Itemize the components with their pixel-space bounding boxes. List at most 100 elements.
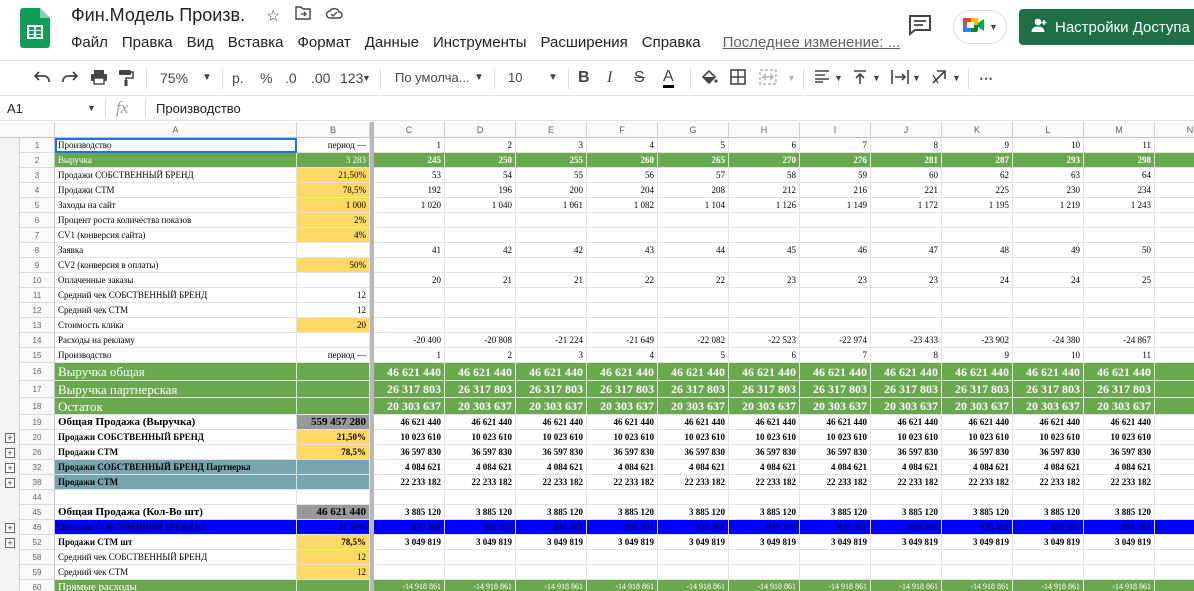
period-cell[interactable]: 208	[658, 183, 729, 198]
period-cell[interactable]: -14 918 861	[942, 580, 1013, 591]
period-cell[interactable]: 46 6	[1155, 415, 1194, 430]
total-cell[interactable]: 78,5%	[297, 445, 370, 460]
period-cell[interactable]: 46 62	[1155, 363, 1194, 381]
period-cell[interactable]	[871, 288, 942, 303]
period-cell[interactable]: 36 597 830	[658, 445, 729, 460]
row-label-cell[interactable]: Продажи СТМ	[55, 183, 297, 198]
period-cell[interactable]	[1084, 318, 1155, 333]
period-cell[interactable]: 36 597 830	[587, 445, 658, 460]
period-cell[interactable]	[729, 288, 800, 303]
period-cell[interactable]	[445, 288, 516, 303]
period-cell[interactable]: 20 303 637	[871, 398, 942, 415]
period-cell[interactable]	[1155, 565, 1194, 580]
last-edit-link[interactable]: Последнее изменение: ...	[716, 33, 908, 53]
period-cell[interactable]	[1155, 288, 1194, 303]
period-cell[interactable]: 10 023 610	[1084, 430, 1155, 445]
period-cell[interactable]	[516, 213, 587, 228]
period-cell[interactable]	[658, 288, 729, 303]
period-cell[interactable]	[1155, 490, 1194, 505]
vertical-align-icon[interactable]	[853, 69, 867, 89]
period-cell[interactable]: 4 084 621	[1013, 460, 1084, 475]
period-cell[interactable]: 44	[658, 243, 729, 258]
period-cell[interactable]: 3 885 120	[729, 505, 800, 520]
period-cell[interactable]: 21	[516, 273, 587, 288]
period-cell[interactable]: 1 195	[942, 198, 1013, 213]
period-cell[interactable]: 7	[800, 348, 871, 363]
row-label-cell[interactable]: Заявка	[55, 243, 297, 258]
period-cell[interactable]: 230	[1013, 183, 1084, 198]
row-number[interactable]: 5	[20, 198, 55, 213]
period-cell[interactable]: 3 885 120	[587, 505, 658, 520]
period-cell[interactable]	[800, 550, 871, 565]
period-cell[interactable]: 26 317 803	[445, 381, 516, 398]
period-cell[interactable]	[729, 258, 800, 273]
period-cell[interactable]	[516, 318, 587, 333]
row-number[interactable]: 38	[20, 475, 55, 490]
total-cell[interactable]: 1 000	[297, 198, 370, 213]
row-label-cell[interactable]: Производство	[55, 138, 297, 153]
total-cell[interactable]: 78,5%	[297, 183, 370, 198]
period-cell[interactable]: 4 084 621	[1084, 460, 1155, 475]
period-cell[interactable]: 46 621 440	[1084, 415, 1155, 430]
row-label-cell[interactable]: Средний чек СТМ	[55, 303, 297, 318]
period-cell[interactable]: 10	[1013, 348, 1084, 363]
period-cell[interactable]: 3 885 120	[1013, 505, 1084, 520]
spreadsheet-grid[interactable]: ABCDEFGHIJKLMN 1 Производство период —1 2 3 4…	[0, 122, 1194, 591]
row-label-cell[interactable]: Продажи СОБСТВЕННЫЙ БРЕНД шт	[55, 520, 297, 535]
period-cell[interactable]: 3 885 120	[445, 505, 516, 520]
period-cell[interactable]: 10 023 610	[942, 430, 1013, 445]
period-cell[interactable]: 1 020	[374, 198, 445, 213]
period-cell[interactable]: 6	[729, 138, 800, 153]
period-cell[interactable]: 200	[516, 183, 587, 198]
total-cell[interactable]	[297, 398, 370, 415]
period-cell[interactable]	[729, 228, 800, 243]
period-cell[interactable]: -24 380	[1013, 333, 1084, 348]
period-cell[interactable]	[1155, 168, 1194, 183]
period-cell[interactable]	[800, 258, 871, 273]
period-cell[interactable]	[587, 213, 658, 228]
period-cell[interactable]: -23 902	[942, 333, 1013, 348]
period-cell[interactable]: 55	[516, 168, 587, 183]
period-cell[interactable]: 10 023 610	[587, 430, 658, 445]
total-cell[interactable]: 4%	[297, 228, 370, 243]
font-size-select[interactable]: 10	[508, 69, 522, 87]
row-label-cell[interactable]: Производство	[55, 348, 297, 363]
text-rotation-icon[interactable]	[931, 69, 949, 89]
cloud-status-icon[interactable]	[325, 6, 343, 25]
column-header-b[interactable]: B	[297, 122, 370, 138]
period-cell[interactable]: 10 023 610	[1013, 430, 1084, 445]
more-options-icon[interactable]: ⋯	[979, 69, 993, 87]
period-cell[interactable]: 3 04	[1155, 535, 1194, 550]
period-cell[interactable]: 216	[800, 183, 871, 198]
period-cell[interactable]: 46 621 440	[729, 363, 800, 381]
period-cell[interactable]	[587, 303, 658, 318]
period-cell[interactable]: 2	[445, 138, 516, 153]
period-cell[interactable]: 3 049 819	[658, 535, 729, 550]
redo-icon[interactable]	[61, 69, 79, 89]
period-cell[interactable]: 36 59	[1155, 445, 1194, 460]
column-header-i[interactable]: I	[800, 122, 871, 138]
strikethrough-button[interactable]: S	[634, 69, 645, 87]
period-cell[interactable]: 45	[729, 243, 800, 258]
period-cell[interactable]	[445, 228, 516, 243]
period-cell[interactable]: 22 233 182	[800, 475, 871, 490]
row-label-cell[interactable]: Выручка	[55, 153, 297, 168]
total-cell[interactable]	[297, 475, 370, 490]
row-number[interactable]: 13	[20, 318, 55, 333]
total-cell[interactable]	[297, 460, 370, 475]
period-cell[interactable]: 57	[658, 168, 729, 183]
period-cell[interactable]	[942, 550, 1013, 565]
period-cell[interactable]: 26 317 803	[587, 381, 658, 398]
row-label-cell[interactable]: Средний чек СТМ	[55, 565, 297, 580]
period-cell[interactable]	[1084, 303, 1155, 318]
period-cell[interactable]: 46 621 440	[942, 363, 1013, 381]
period-cell[interactable]: 4 084 621	[587, 460, 658, 475]
period-cell[interactable]	[516, 228, 587, 243]
period-cell[interactable]: 260	[587, 153, 658, 168]
period-cell[interactable]: 36 597 830	[871, 445, 942, 460]
period-cell[interactable]: 3 885 120	[516, 505, 587, 520]
period-cell[interactable]: 20	[374, 273, 445, 288]
period-cell[interactable]	[1013, 490, 1084, 505]
period-cell[interactable]: 46 621 440	[871, 415, 942, 430]
borders-icon[interactable]	[730, 69, 746, 89]
